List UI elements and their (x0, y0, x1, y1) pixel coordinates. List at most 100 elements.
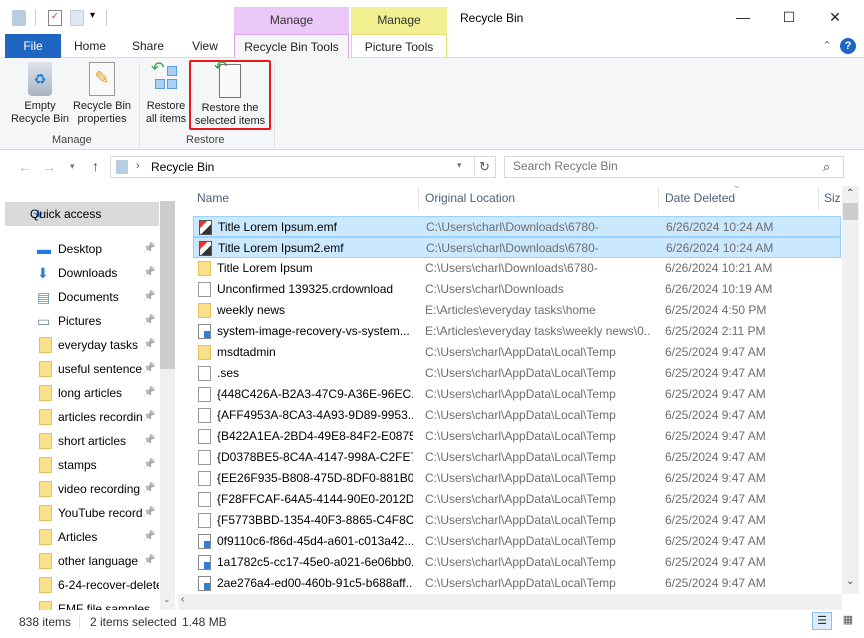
file-row[interactable]: {F5773BBD-1354-40F3-8865-C4F8C... C:\User… (193, 510, 841, 531)
search-icon[interactable]: ⌕ (823, 159, 830, 175)
horizontal-scrollbar[interactable]: ‹ (178, 594, 842, 610)
help-icon[interactable]: ? (840, 38, 856, 54)
pin-icon[interactable]: 📌 (143, 429, 155, 453)
sidebar-item[interactable]: Articles 📌 (5, 525, 159, 549)
file-row[interactable]: weekly news E:\Articles\everyday tasks\ho… (193, 300, 841, 321)
file-row[interactable]: {EE26F935-B808-475D-8DF0-881B0... C:\User… (193, 468, 841, 489)
close-button[interactable]: ✕ (812, 0, 858, 34)
file-row[interactable]: Title Lorem Ipsum.emf C:\Users\charl\Down… (193, 216, 841, 237)
file-row[interactable]: Unconfirmed 139325.crdownload C:\Users\ch… (193, 279, 841, 300)
search-input[interactable] (513, 159, 813, 173)
pin-icon[interactable]: 📌 (143, 309, 155, 333)
pin-icon[interactable]: 📌 (143, 285, 155, 309)
tab-recycle-bin-tools[interactable]: Recycle Bin Tools (234, 34, 349, 59)
sidebar-item[interactable]: long articles 📌 (5, 381, 159, 405)
address-dropdown-icon[interactable]: ▾ (457, 160, 462, 171)
column-header-size[interactable]: Size (824, 186, 841, 210)
sidebar-item[interactable]: ⬇ Downloads 📌 (5, 261, 159, 285)
file-row[interactable]: {448C426A-B2A3-47C9-A36E-96EC... C:\Users… (193, 384, 841, 405)
sidebar-item[interactable]: stamps 📌 (5, 453, 159, 477)
sidebar-item[interactable]: useful sentence 📌 (5, 357, 159, 381)
pin-icon[interactable]: 📌 (143, 453, 155, 477)
sidebar-item[interactable]: other language 📌 (5, 549, 159, 573)
large-icons-view-button[interactable]: ▦ (838, 612, 858, 630)
column-separator[interactable] (418, 186, 419, 210)
recycle-bin-icon[interactable] (12, 10, 26, 26)
pin-icon[interactable]: 📌 (143, 381, 155, 405)
pin-icon[interactable]: 📌 (143, 357, 155, 381)
tab-file[interactable]: File (5, 34, 61, 58)
pin-icon[interactable]: 📌 (143, 525, 155, 549)
tab-home[interactable]: Home (66, 34, 114, 58)
forward-icon[interactable]: → (42, 159, 56, 175)
tab-view[interactable]: View (181, 34, 229, 58)
file-row[interactable]: {B422A1EA-2BD4-49E8-84F2-E0875... C:\User… (193, 426, 841, 447)
sidebar-item[interactable]: everyday tasks 📌 (5, 333, 159, 357)
file-row[interactable]: msdtadmin C:\Users\charl\AppData\Local\Te… (193, 342, 841, 363)
pin-icon[interactable]: 📌 (143, 477, 155, 501)
sidebar-item[interactable]: ▤ Documents 📌 (5, 285, 159, 309)
file-list-scrollbar[interactable]: ⌃ ⌄ (842, 186, 859, 594)
column-separator[interactable] (658, 186, 659, 210)
file-row[interactable]: {F28FFCAF-64A5-4144-90E0-2012D... C:\User… (193, 489, 841, 510)
file-row[interactable]: Title Lorem Ipsum2.emf C:\Users\charl\Dow… (193, 237, 841, 258)
scroll-thumb[interactable] (843, 203, 858, 220)
scroll-down-icon[interactable]: ⌄ (163, 594, 171, 605)
maximize-button[interactable]: ☐ (766, 0, 812, 34)
pin-icon[interactable]: 📌 (143, 261, 155, 285)
sidebar-item[interactable]: 6-24-recover-delete (5, 573, 159, 597)
image-file-icon (198, 555, 211, 570)
minimize-button[interactable]: — (720, 0, 766, 34)
file-row[interactable]: 2ae276a4-ed00-460b-91c5-b688aff... C:\Use… (193, 573, 841, 594)
sidebar-item-label: EMF file samples (58, 602, 151, 610)
sidebar-item[interactable]: video recording 📌 (5, 477, 159, 501)
scroll-up-icon[interactable]: ⌃ (846, 188, 854, 199)
recent-locations-icon[interactable]: ▾ (70, 161, 75, 172)
column-header-date-deleted[interactable]: Date Deleted (665, 186, 735, 210)
collapse-ribbon-icon[interactable]: ⌃ (820, 34, 834, 58)
scroll-down-icon[interactable]: ⌄ (846, 576, 854, 587)
sidebar-item-label: useful sentence (58, 362, 143, 376)
file-row[interactable]: Title Lorem Ipsum C:\Users\charl\Download… (193, 258, 841, 279)
column-header-original-location[interactable]: Original Location (425, 186, 515, 210)
sidebar-item[interactable]: ★ Quick access (5, 202, 159, 226)
file-row[interactable]: {AFF4953A-8CA3-4A93-9D89-9953... C:\Users… (193, 405, 841, 426)
up-icon[interactable]: ↑ (92, 158, 99, 174)
restore-all-items-button[interactable]: ↶ Restore all items (143, 61, 189, 126)
sidebar-item[interactable]: YouTube record 📌 (5, 501, 159, 525)
sidebar-item[interactable]: short articles 📌 (5, 429, 159, 453)
scroll-left-icon[interactable]: ‹ (181, 594, 184, 605)
pin-icon[interactable]: 📌 (143, 237, 155, 261)
sidebar-item[interactable]: EMF file samples (5, 597, 159, 610)
file-row[interactable]: system-image-recovery-vs-system... E:\Art… (193, 321, 841, 342)
pin-icon[interactable]: 📌 (143, 501, 155, 525)
file-row[interactable]: {D0378BE5-8C4A-4147-998A-C2FE7... C:\User… (193, 447, 841, 468)
column-header-name[interactable]: Name (197, 186, 229, 210)
file-row[interactable]: .ses C:\Users\charl\AppData\Local\Temp 6/2… (193, 363, 841, 384)
file-row[interactable]: 1a1782c5-cc17-45e0-a021-6e06bb0... C:\Use… (193, 552, 841, 573)
empty-recycle-bin-button[interactable]: ♻ Empty Recycle Bin (8, 62, 72, 126)
navigation-scrollbar[interactable]: ⌄ (160, 201, 175, 610)
sidebar-item[interactable]: ▭ Pictures 📌 (5, 309, 159, 333)
customize-qat-icon[interactable]: ▾ (90, 10, 95, 21)
tab-share[interactable]: Share (124, 34, 172, 58)
pin-icon[interactable]: 📌 (143, 405, 155, 429)
tab-picture-tools[interactable]: Picture Tools (351, 34, 447, 58)
pin-icon[interactable]: 📌 (143, 549, 155, 573)
address-bar[interactable]: › Recycle Bin ▾ ↻ (110, 156, 496, 178)
sidebar-item[interactable]: ▬ Desktop 📌 (5, 237, 159, 261)
restore-selected-items-button[interactable]: ↶ Restore the selected items (189, 60, 271, 130)
recycle-bin-properties-button[interactable]: ✎ Recycle Bin properties (72, 62, 132, 126)
properties-icon[interactable]: ✓ (48, 10, 62, 26)
sidebar-item[interactable]: articles recordin 📌 (5, 405, 159, 429)
pin-icon[interactable]: 📌 (143, 333, 155, 357)
details-view-button[interactable]: ☰ (812, 612, 832, 630)
file-row[interactable]: 0f9110c6-f86d-45d4-a601-c013a42... C:\Use… (193, 531, 841, 552)
refresh-icon[interactable]: ↻ (479, 159, 490, 175)
column-separator[interactable] (818, 186, 819, 210)
breadcrumb-recycle-bin[interactable]: Recycle Bin (151, 160, 214, 174)
new-folder-icon[interactable] (70, 10, 84, 26)
back-icon[interactable]: ← (18, 159, 32, 175)
search-box[interactable]: ⌕ (504, 156, 844, 178)
scroll-thumb[interactable] (160, 201, 175, 369)
